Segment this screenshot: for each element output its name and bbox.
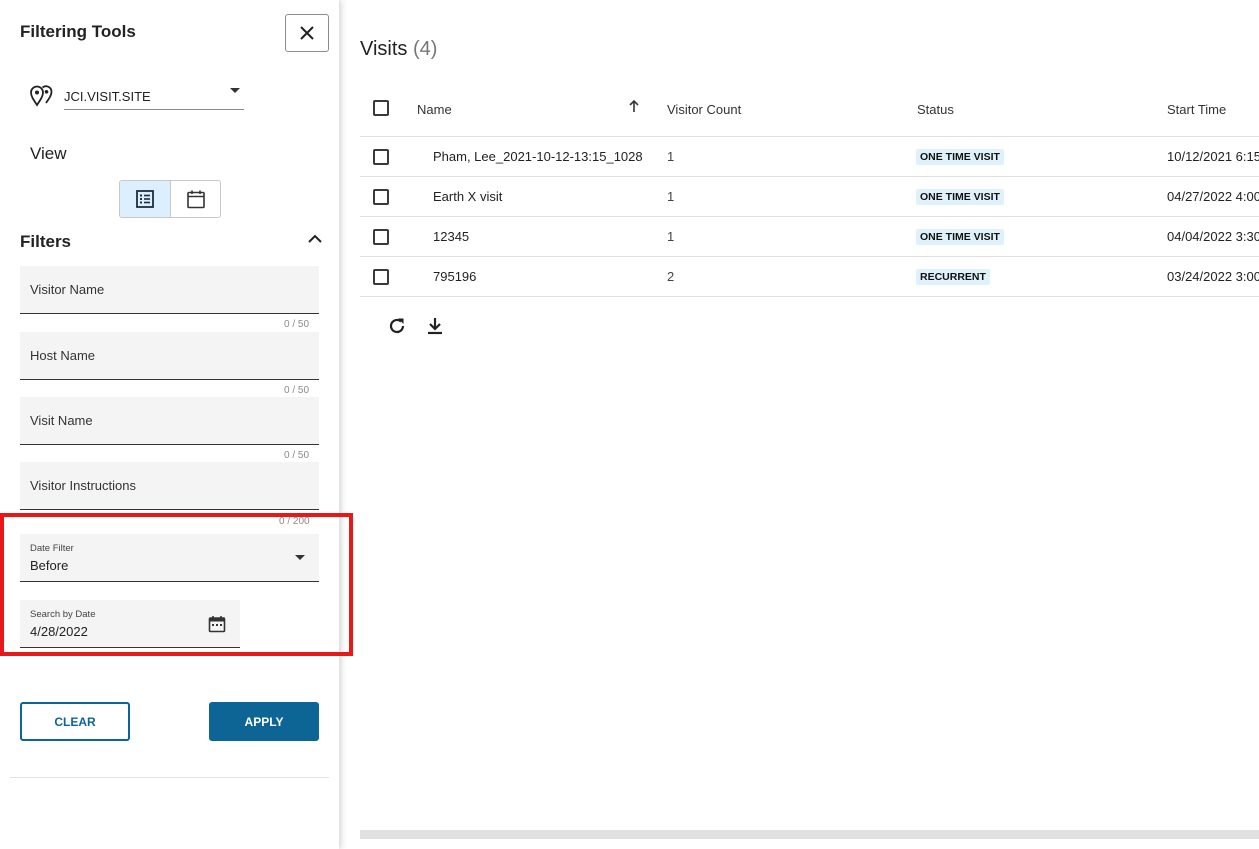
search-by-date-label: Search by Date bbox=[30, 609, 96, 620]
cell-start-time: 04/04/2022 3:30 bbox=[1167, 229, 1259, 244]
page: Filtering Tools JCI.VISIT.SITE View Filt… bbox=[0, 0, 1259, 849]
visitor-instructions-input[interactable]: Visitor Instructions bbox=[20, 462, 319, 510]
table-row[interactable]: 795196 2 RECURRENT 03/24/2022 3:00 bbox=[360, 257, 1259, 297]
refresh-button[interactable] bbox=[385, 316, 409, 336]
status-badge: ONE TIME VISIT bbox=[916, 149, 1004, 165]
cell-name[interactable]: 795196 bbox=[433, 269, 476, 284]
date-filter-value: Before bbox=[30, 558, 69, 573]
filters-title: Filters bbox=[20, 232, 72, 251]
date-filter-label: Date Filter bbox=[30, 543, 74, 554]
page-title-count: (4) bbox=[412, 38, 438, 60]
download-icon bbox=[428, 318, 442, 335]
visitor-instructions-counter: 0 / 200 bbox=[279, 516, 310, 527]
column-header-name[interactable]: Name bbox=[417, 102, 452, 117]
row-checkbox[interactable] bbox=[373, 269, 389, 285]
table-row[interactable]: Earth X visit 1 ONE TIME VISIT 04/27/202… bbox=[360, 177, 1259, 217]
calendar-view-icon bbox=[186, 190, 205, 209]
visitor-instructions-placeholder: Visitor Instructions bbox=[30, 478, 136, 493]
cell-name[interactable]: 12345 bbox=[433, 229, 469, 244]
clear-button[interactable]: CLEAR bbox=[20, 702, 130, 741]
close-button[interactable] bbox=[285, 14, 329, 52]
location-pins-icon bbox=[30, 85, 53, 107]
search-by-date-input[interactable]: Search by Date 4/28/2022 bbox=[20, 600, 240, 648]
site-dropdown-value: JCI.VISIT.SITE bbox=[64, 89, 151, 104]
chevron-up-icon[interactable] bbox=[305, 231, 325, 247]
table-row[interactable]: 12345 1 ONE TIME VISIT 04/04/2022 3:30 bbox=[360, 217, 1259, 257]
status-badge: ONE TIME VISIT bbox=[916, 189, 1004, 205]
host-name-counter: 0 / 50 bbox=[284, 385, 310, 396]
calendar-view-button[interactable] bbox=[170, 181, 220, 217]
close-icon bbox=[300, 26, 314, 40]
column-header-status[interactable]: Status bbox=[917, 102, 954, 117]
filtering-sidebar: Filtering Tools JCI.VISIT.SITE View Filt… bbox=[0, 0, 339, 849]
view-toggle bbox=[119, 180, 221, 218]
list-view-icon bbox=[136, 190, 154, 208]
host-name-input[interactable]: Host Name bbox=[20, 332, 319, 380]
cell-name[interactable]: Earth X visit bbox=[433, 189, 502, 204]
calendar-icon[interactable] bbox=[208, 615, 226, 633]
site-selector-row: JCI.VISIT.SITE bbox=[28, 82, 244, 110]
visits-table: Name Visitor Count Status Start Time Pha… bbox=[360, 86, 1259, 297]
cell-visitor-count: 2 bbox=[667, 269, 675, 284]
page-title-text: Visits bbox=[360, 38, 408, 60]
status-badge: RECURRENT bbox=[916, 269, 990, 285]
cell-visitor-count: 1 bbox=[667, 149, 675, 164]
cell-name[interactable]: Pham, Lee_2021-10-12-13:15_1028 bbox=[433, 149, 643, 164]
column-header-start-time[interactable]: Start Time bbox=[1167, 102, 1226, 117]
visitor-name-placeholder: Visitor Name bbox=[30, 282, 105, 297]
row-checkbox[interactable] bbox=[373, 149, 389, 165]
visitor-name-counter: 0 / 50 bbox=[284, 319, 310, 330]
row-checkbox[interactable] bbox=[373, 189, 389, 205]
horizontal-scrollbar[interactable] bbox=[360, 830, 1259, 839]
table-header: Name Visitor Count Status Start Time bbox=[360, 86, 1259, 137]
column-header-visitor-count[interactable]: Visitor Count bbox=[667, 102, 741, 117]
chevron-down-icon bbox=[230, 88, 240, 93]
cell-start-time: 10/12/2021 6:15 bbox=[1167, 149, 1259, 164]
refresh-icon bbox=[389, 318, 405, 334]
view-label: View bbox=[30, 144, 67, 163]
table-actions bbox=[385, 316, 447, 336]
host-name-placeholder: Host Name bbox=[30, 348, 96, 363]
download-button[interactable] bbox=[423, 316, 447, 336]
cell-visitor-count: 1 bbox=[667, 229, 675, 244]
select-all-checkbox[interactable] bbox=[373, 100, 389, 116]
page-title: Visits (4) bbox=[360, 38, 437, 61]
site-dropdown[interactable]: JCI.VISIT.SITE bbox=[64, 82, 244, 110]
visitor-name-input[interactable]: Visitor Name bbox=[20, 266, 319, 314]
cell-start-time: 03/24/2022 3:00 bbox=[1167, 269, 1259, 284]
apply-button[interactable]: APPLY bbox=[209, 702, 319, 741]
visit-name-counter: 0 / 50 bbox=[284, 450, 310, 461]
date-filter-select[interactable]: Date Filter Before bbox=[20, 534, 319, 582]
search-by-date-value: 4/28/2022 bbox=[30, 624, 88, 639]
row-checkbox[interactable] bbox=[373, 229, 389, 245]
list-view-button[interactable] bbox=[120, 181, 170, 217]
status-badge: ONE TIME VISIT bbox=[916, 229, 1004, 245]
main-content: Visits (4) Name Visitor Count Status Sta… bbox=[339, 0, 1259, 849]
chevron-down-icon bbox=[295, 555, 305, 560]
sort-arrow-up-icon[interactable] bbox=[627, 99, 641, 113]
sidebar-divider bbox=[10, 777, 329, 778]
visit-name-placeholder: Visit Name bbox=[30, 413, 93, 428]
table-row[interactable]: Pham, Lee_2021-10-12-13:15_1028 1 ONE TI… bbox=[360, 137, 1259, 177]
visit-name-input[interactable]: Visit Name bbox=[20, 397, 319, 445]
cell-visitor-count: 1 bbox=[667, 189, 675, 204]
cell-start-time: 04/27/2022 4:00 bbox=[1167, 189, 1259, 204]
sidebar-title: Filtering Tools bbox=[20, 22, 136, 41]
